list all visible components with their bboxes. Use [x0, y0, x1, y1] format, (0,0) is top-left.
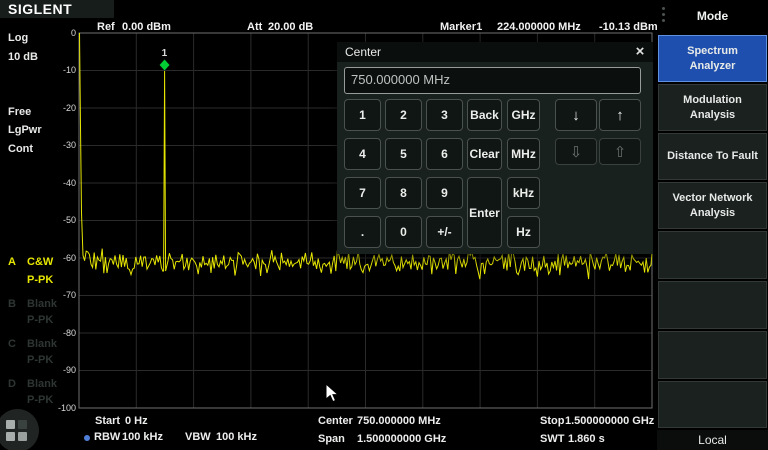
softkey-empty: [658, 281, 767, 329]
span-value[interactable]: 1.500000000 GHz: [357, 433, 446, 445]
swt-label: SWT: [540, 433, 564, 445]
trace-b-detector: P-PK: [27, 314, 53, 326]
dialog-title: Center: [345, 45, 381, 59]
ref-level-label: Ref: [97, 21, 115, 33]
power-mode-label: LgPwr: [8, 124, 42, 136]
y-tick: -60: [44, 253, 76, 263]
key-plusminus[interactable]: +/-: [426, 216, 463, 248]
y-tick: -20: [44, 103, 76, 113]
key-7[interactable]: 7: [344, 177, 381, 209]
scale-div-label: 10 dB: [8, 51, 38, 63]
softkey-empty: [658, 331, 767, 379]
shift-up-button[interactable]: ⇧: [599, 138, 641, 165]
key-clear[interactable]: Clear: [467, 138, 502, 170]
key-5[interactable]: 5: [385, 138, 422, 170]
softkey-empty: [658, 231, 767, 279]
center-frequency-value: 750.000000 MHz: [351, 72, 450, 87]
rbw-coupled-dot: [84, 435, 90, 441]
marker-frequency: 224.000000 MHz: [497, 21, 581, 33]
sweep-mode-label: Cont: [8, 143, 33, 155]
local-status[interactable]: Local: [657, 430, 768, 450]
y-tick: -50: [44, 215, 76, 225]
key-2[interactable]: 2: [385, 99, 422, 131]
attenuation-value[interactable]: 20.00 dB: [268, 21, 313, 33]
softkey-empty: [658, 381, 767, 428]
key-hz[interactable]: Hz: [507, 216, 540, 248]
key-6[interactable]: 6: [426, 138, 463, 170]
softkey-spectrum-analyzer[interactable]: Spectrum Analyzer: [658, 35, 767, 82]
grid-square-icon: [6, 432, 15, 441]
start-value: 0 Hz: [125, 415, 148, 427]
softkey-distance-to-fault[interactable]: Distance To Fault: [658, 133, 767, 180]
trace-c-id: C: [8, 338, 16, 350]
key-ghz[interactable]: GHz: [507, 99, 540, 131]
key-0[interactable]: 0: [385, 216, 422, 248]
key-1[interactable]: 1: [344, 99, 381, 131]
grid-square-icon: [18, 432, 27, 441]
center-value[interactable]: 750.000000 MHz: [357, 415, 441, 427]
dialog-title-bar[interactable]: Center ×: [337, 42, 653, 62]
step-up-button[interactable]: ↑: [599, 99, 641, 131]
marker-amplitude: -10.13 dBm: [599, 21, 658, 33]
y-tick: 0: [44, 28, 76, 38]
y-tick: -10: [44, 65, 76, 75]
trace-a-detector: P-PK: [27, 274, 53, 286]
center-label: Center: [318, 415, 353, 427]
stop-label: Stop: [540, 415, 564, 427]
key-enter[interactable]: Enter: [467, 177, 502, 248]
mouse-cursor: [325, 383, 341, 405]
swt-value: 1.860 s: [568, 433, 605, 445]
softkey-menu: Mode Spectrum Analyzer Modulation Analys…: [657, 0, 768, 450]
grid-square-icon: [18, 420, 27, 429]
key-decimal[interactable]: .: [344, 216, 381, 248]
grid-square-icon: [6, 420, 15, 429]
key-9[interactable]: 9: [426, 177, 463, 209]
y-tick: -30: [44, 140, 76, 150]
y-tick: -90: [44, 365, 76, 375]
start-label: Start: [95, 415, 120, 427]
trigger-label: Free: [8, 106, 31, 118]
menu-header: Mode: [657, 0, 768, 33]
trace-d-mode: Blank: [27, 378, 57, 390]
key-back[interactable]: Back: [467, 99, 502, 131]
y-tick: -40: [44, 178, 76, 188]
center-frequency-dialog: Center × 750.000000 MHz 1 2 3 Back GHz ↓…: [337, 42, 653, 254]
key-4[interactable]: 4: [344, 138, 381, 170]
svg-text:1: 1: [162, 48, 168, 59]
softkey-modulation-analysis[interactable]: Modulation Analysis: [658, 84, 767, 131]
step-down-button[interactable]: ↓: [555, 99, 597, 131]
close-icon[interactable]: ×: [630, 43, 650, 61]
vbw-label: VBW: [185, 431, 211, 443]
attenuation-label: Att: [247, 21, 262, 33]
spectrum-analyzer-screen: SIGLENT Ref 0.00 dBm Att 20.00 dB Marker…: [0, 0, 768, 450]
menu-title: Mode: [657, 9, 768, 23]
trace-a-id: A: [8, 256, 16, 268]
key-khz[interactable]: kHz: [507, 177, 540, 209]
trace-c-mode: Blank: [27, 338, 57, 350]
vbw-value[interactable]: 100 kHz: [216, 431, 257, 443]
rbw-label: RBW: [94, 431, 120, 443]
key-mhz[interactable]: MHz: [507, 138, 540, 170]
center-frequency-input[interactable]: 750.000000 MHz: [344, 67, 641, 94]
ref-level-value[interactable]: 0.00 dBm: [122, 21, 171, 33]
scale-type-label: Log: [8, 32, 28, 44]
marker-name: Marker1: [440, 21, 482, 33]
y-tick: -100: [44, 403, 76, 413]
trace-b-id: B: [8, 298, 16, 310]
siglent-logo: SIGLENT: [8, 1, 72, 17]
y-tick: -80: [44, 328, 76, 338]
home-grid-button[interactable]: [0, 409, 39, 450]
shift-down-button[interactable]: ⇩: [555, 138, 597, 165]
key-3[interactable]: 3: [426, 99, 463, 131]
trace-d-id: D: [8, 378, 16, 390]
span-label: Span: [318, 433, 345, 445]
stop-value: 1.500000000 GHz: [565, 415, 654, 427]
y-tick: -70: [44, 290, 76, 300]
rbw-value[interactable]: 100 kHz: [122, 431, 163, 443]
softkey-vector-network-analysis[interactable]: Vector Network Analysis: [658, 182, 767, 229]
key-8[interactable]: 8: [385, 177, 422, 209]
